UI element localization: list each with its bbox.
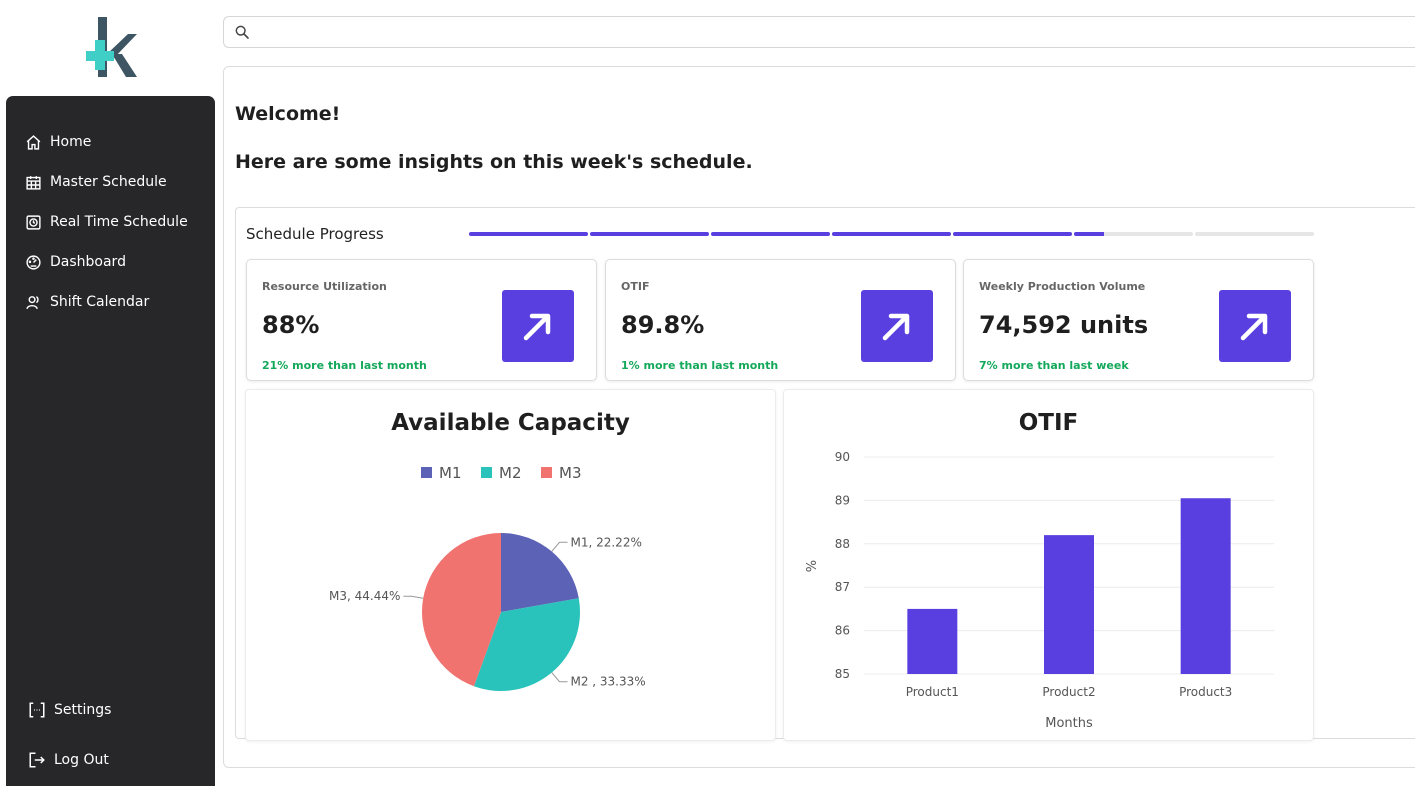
schedule-progress-label: Schedule Progress (246, 225, 384, 243)
available-capacity-pie-chart: M1 M2 M3 M1, 22.22% M2 , 33.33% M3, 44.44% (329, 464, 646, 692)
kpi-card-otif: OTIF 89.8% 1% more than last month (605, 259, 956, 381)
calendar-grid-icon (24, 173, 42, 191)
sidebar-item-label: Home (50, 134, 92, 150)
pie-label-leader (403, 595, 424, 599)
x-tick-label: Product3 (1179, 685, 1232, 699)
kpi-delta: 1% more than last month (621, 359, 779, 372)
legend-label[interactable]: M1 (439, 464, 462, 482)
settings-label: Settings (54, 702, 112, 718)
sidebar-item-label: Real Time Schedule (50, 214, 188, 230)
progress-segment (469, 232, 588, 236)
bar[interactable] (1180, 498, 1231, 674)
sidebar-item-logout[interactable]: Log Out (28, 751, 109, 769)
search-icon (235, 25, 249, 39)
pie-label-leader (551, 672, 568, 683)
otif-bar-chart: 85 86 87 88 89 90 Product1 Product2 Product3 Mont… (805, 450, 1274, 731)
y-tick-label: 87 (835, 580, 850, 594)
sidebar-item-label: Shift Calendar (50, 294, 150, 310)
pie-data-label: M2 , 33.33% (570, 675, 645, 689)
sidebar-item-dashboard[interactable]: Dashboard (24, 250, 126, 274)
kpi-label: Resource Utilization (262, 280, 387, 293)
sidebar: Home Master Schedule Real Time Schedule … (6, 96, 215, 786)
arrow-up-right-icon (882, 313, 910, 341)
kpi-label: Weekly Production Volume (979, 280, 1146, 293)
kpi-card-weekly-production-volume: Weekly Production Volume 74,592 units 7%… (963, 259, 1314, 381)
arrow-up-right-icon (523, 313, 551, 341)
search-bar[interactable] (223, 16, 1415, 48)
legend-label[interactable]: M2 (499, 464, 522, 482)
progress-segment (953, 232, 1072, 236)
sidebar-item-real-time-schedule[interactable]: Real Time Schedule (24, 210, 188, 234)
search-input[interactable] (258, 21, 1358, 43)
x-tick-label: Product1 (906, 685, 959, 699)
sidebar-item-home[interactable]: Home (24, 130, 91, 154)
progress-segment (832, 232, 951, 236)
legend-swatch[interactable] (421, 467, 432, 478)
progress-segment (711, 232, 830, 236)
kpi-label: OTIF (621, 280, 650, 293)
sidebar-item-shift-calendar[interactable]: Shift Calendar (24, 290, 149, 314)
kpi-trend-button[interactable] (861, 290, 933, 362)
logout-label: Log Out (54, 752, 109, 768)
pie-data-label: M1, 22.22% (570, 535, 641, 549)
progress-segment (590, 232, 709, 236)
legend-swatch[interactable] (541, 467, 552, 478)
pie-label-leader (551, 541, 568, 552)
settings-bracket-icon (29, 702, 45, 718)
y-tick-label: 85 (835, 667, 850, 681)
y-tick-label: 86 (835, 624, 850, 638)
kpi-delta: 21% more than last month (262, 359, 427, 372)
kpi-card-resource-utilization: Resource Utilization 88% 21% more than l… (246, 259, 597, 381)
kpi-delta: 7% more than last week (979, 359, 1129, 372)
y-tick-label: 89 (835, 493, 850, 507)
y-tick-label: 88 (835, 537, 850, 551)
sidebar-item-label: Dashboard (50, 254, 126, 270)
home-icon (24, 133, 42, 151)
bar[interactable] (907, 608, 958, 674)
arrow-up-right-icon (1240, 313, 1268, 341)
otif-chart-card: OTIF 85 86 87 88 89 90 Product1 Product2 Product… (783, 389, 1314, 741)
sidebar-item-settings[interactable]: Settings (28, 701, 111, 719)
kpi-value: 74,592 units (979, 311, 1149, 339)
insights-subheading: Here are some insights on this week's sc… (235, 151, 753, 173)
progress-segment (1074, 232, 1193, 236)
realtime-icon (24, 213, 42, 231)
welcome-heading: Welcome! (235, 103, 341, 125)
kpi-value: 89.8% (621, 311, 705, 339)
sidebar-item-master-schedule[interactable]: Master Schedule (24, 170, 167, 194)
app-logo[interactable] (84, 14, 138, 80)
y-axis-label: % (805, 560, 820, 572)
kpi-trend-button[interactable] (1219, 290, 1291, 362)
legend-swatch[interactable] (481, 467, 492, 478)
kpi-trend-button[interactable] (502, 290, 574, 362)
main-panel: Welcome! Here are some insights on this … (223, 66, 1415, 768)
legend-label[interactable]: M3 (559, 464, 582, 482)
progress-segment (1195, 232, 1314, 236)
sidebar-item-label: Master Schedule (50, 174, 167, 190)
users-icon (24, 293, 42, 311)
logout-icon (29, 752, 45, 768)
pie-slice[interactable] (501, 533, 579, 612)
gauge-icon (24, 253, 42, 271)
pie-data-label: M3, 44.44% (329, 589, 400, 603)
x-tick-label: Product2 (1042, 685, 1095, 699)
available-capacity-chart-card: Available Capacity M1 M2 M3 M1, 22.22% M2 , … (245, 389, 776, 741)
x-axis-label: Months (1045, 716, 1093, 731)
y-tick-label: 90 (835, 450, 850, 464)
bar[interactable] (1044, 535, 1094, 674)
insights-panel: Schedule Progress Resource Utilization 8… (235, 207, 1415, 741)
kpi-value: 88% (262, 311, 320, 339)
